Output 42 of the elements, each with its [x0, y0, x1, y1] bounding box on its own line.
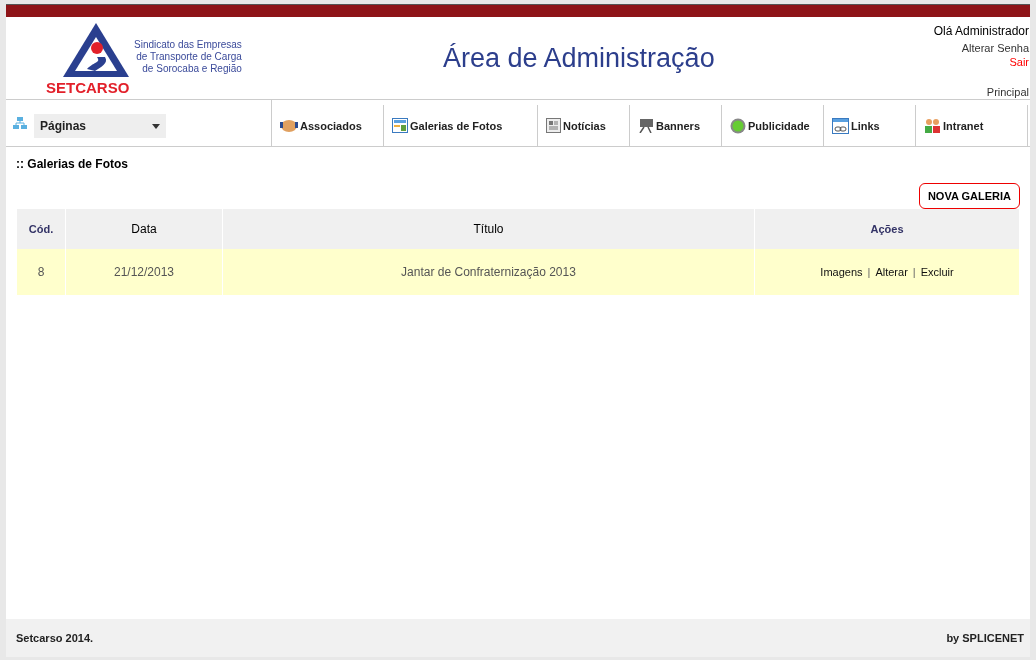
- home-link[interactable]: Principal: [986, 85, 1029, 99]
- sitemap-icon: [13, 116, 27, 130]
- logout-link[interactable]: Sair: [1009, 55, 1029, 69]
- column-header: Cód.: [16, 209, 66, 249]
- nav-item[interactable]: Galerias de Fotos: [384, 105, 538, 146]
- newspaper-icon: [546, 118, 561, 133]
- separator-text: |: [912, 266, 916, 278]
- column-header: Ações: [754, 209, 1019, 249]
- separator-text: |: [867, 266, 871, 278]
- nav-item[interactable]: Notícias: [538, 105, 630, 146]
- tagline-text: de Sorocaba e Região: [142, 63, 242, 75]
- greeting-text: Olá Administrador: [933, 24, 1029, 38]
- nav-item[interactable]: Publicidade: [722, 105, 824, 146]
- nav-item[interactable]: Associados: [272, 105, 384, 146]
- action-link[interactable]: Alterar: [875, 266, 908, 278]
- page-title: Área de Administração: [443, 42, 716, 74]
- footer-credit: by SPLICENET: [946, 632, 1024, 644]
- column-header: Data: [65, 209, 223, 249]
- logo-icon: [61, 21, 131, 79]
- link-icon: [832, 117, 849, 134]
- section-title: :: Galerias de Fotos: [16, 157, 130, 171]
- users-icon: [924, 117, 941, 134]
- nav-item[interactable]: Banners: [630, 105, 722, 146]
- logo-text: SETCARSO: [46, 79, 130, 96]
- nav-item[interactable]: Links: [824, 105, 916, 146]
- caret-icon: [152, 123, 160, 129]
- pages-select[interactable]: Páginas: [34, 114, 166, 138]
- projector-icon: [638, 118, 654, 133]
- table-cell: Jantar de Confraternização 2013: [222, 249, 755, 295]
- new-gallery-button[interactable]: NOVA GALERIA: [918, 183, 1020, 209]
- nav-item[interactable]: Intranet: [916, 105, 1028, 146]
- footer-copyright: Setcarso 2014.: [16, 632, 94, 644]
- tagline-text: Sindicato das Empresas: [134, 39, 242, 51]
- handshake-icon: [280, 118, 298, 133]
- column-header: Título: [222, 209, 755, 249]
- picture-icon: [392, 118, 408, 133]
- table-cell: 21/12/2013: [65, 249, 223, 295]
- change-password-link[interactable]: Alterar Senha: [961, 41, 1029, 55]
- action-link[interactable]: Imagens: [820, 266, 863, 278]
- tagline-text: de Transporte de Carga: [136, 51, 242, 63]
- table-cell: 8: [16, 249, 66, 295]
- action-link[interactable]: Excluir: [920, 266, 954, 278]
